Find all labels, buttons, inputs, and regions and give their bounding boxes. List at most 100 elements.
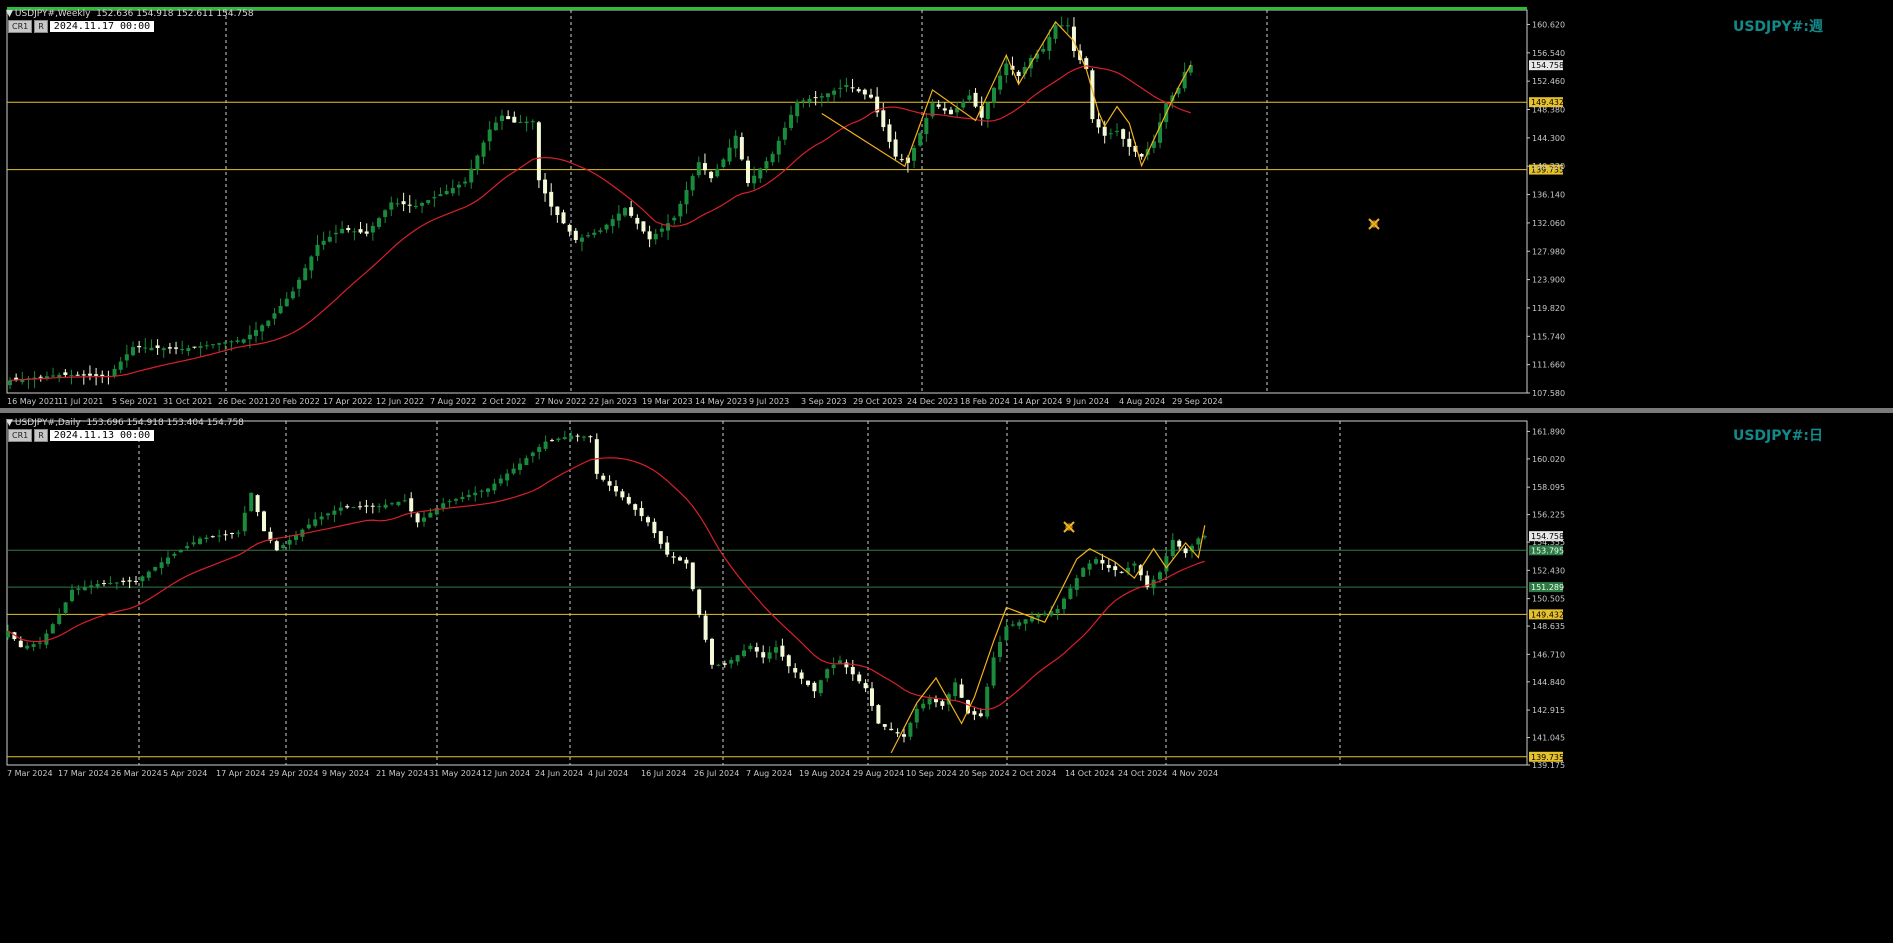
candle-body: [696, 162, 701, 176]
candle-body: [918, 132, 923, 146]
x-tick-label: 19 Aug 2024: [799, 769, 850, 778]
cr1-button[interactable]: CR1: [8, 20, 33, 33]
collapse-triangle-icon[interactable]: ▼: [6, 9, 13, 19]
weekly-chart-pane[interactable]: 149.432 139.735 154.758 160.620 156.540 152.4…: [0, 0, 1893, 410]
candle-body: [241, 339, 246, 343]
candle-body: [505, 473, 510, 481]
r-button[interactable]: R: [34, 20, 48, 33]
candle-body: [1132, 563, 1137, 566]
candle-body: [973, 92, 978, 107]
x-tick-label: 12 Jun 2022: [376, 397, 424, 406]
candle-body: [604, 224, 609, 230]
candle-body: [63, 602, 68, 613]
x-tick-label: 31 Oct 2021: [163, 397, 212, 406]
candle-body: [69, 375, 74, 377]
candle-body: [616, 213, 621, 221]
candle-body: [469, 168, 474, 183]
candle-body: [641, 221, 646, 232]
daily-symbol-label: USDJPY#:日: [1732, 428, 1823, 444]
candle-body: [1087, 563, 1092, 570]
candle-body: [659, 228, 664, 232]
daily-chart-canvas[interactable]: 153.795151.289149.432139.735154.758161.8…: [0, 413, 1893, 943]
y-tick-label: 140.220: [1532, 162, 1565, 171]
plot-frame: [6, 420, 1528, 766]
candle-body: [100, 374, 105, 377]
daily-chart-pane[interactable]: 153.795 151.289 149.432 139.735 154.758 161.8…: [0, 413, 1893, 943]
x-tick-label: 19 Mar 2023: [642, 397, 693, 406]
candle-body: [543, 179, 548, 194]
candle-body: [813, 97, 818, 99]
candle-body: [281, 545, 286, 549]
candle-body: [550, 440, 554, 442]
candle-body: [748, 645, 753, 650]
candle-body: [204, 345, 209, 347]
candle-body: [582, 436, 586, 438]
candle-body: [441, 503, 446, 508]
candle-body: [614, 486, 618, 492]
candle-body: [422, 517, 426, 522]
candle-body: [131, 347, 135, 356]
x-tick-label: 17 Apr 2022: [323, 397, 372, 406]
candle-body: [340, 228, 345, 234]
level-price-label: 149.432: [1531, 610, 1564, 619]
candle-body: [364, 231, 369, 234]
x-tick-label: 4 Jul 2024: [588, 769, 628, 778]
candle-body: [819, 96, 824, 98]
y-tick-label: 123.900: [1532, 276, 1565, 285]
candle-body: [247, 334, 252, 340]
weekly-date-field[interactable]: 2024.11.17 00:00: [49, 21, 155, 32]
r-button[interactable]: R: [34, 429, 48, 442]
candle-body: [739, 137, 744, 160]
candle-body: [850, 87, 855, 89]
x-tick-label: 5 Apr 2024: [163, 769, 207, 778]
candle-body: [658, 531, 663, 544]
candle-body: [364, 505, 369, 507]
candle-body: [543, 441, 548, 449]
candle-body: [500, 115, 504, 122]
candle-body: [722, 663, 727, 665]
candle-body: [186, 348, 191, 351]
candle-body: [776, 140, 781, 155]
candle-body: [754, 647, 759, 652]
candle-body: [319, 516, 324, 520]
candle-body: [573, 230, 578, 240]
candle-body: [549, 191, 554, 207]
x-tick-label: 20 Sep 2024: [959, 769, 1010, 778]
candle-body: [812, 682, 817, 692]
cr1-button[interactable]: CR1: [8, 429, 33, 442]
candle-body: [1113, 566, 1118, 571]
candle-body: [137, 345, 142, 348]
candle-body: [647, 231, 652, 240]
x-tick-label: 9 Jun 2024: [1066, 397, 1109, 406]
candle-body: [351, 507, 356, 509]
candle-body: [475, 155, 480, 170]
candle-body: [108, 583, 113, 585]
candle-body: [345, 506, 350, 508]
candle-body: [1023, 619, 1028, 624]
weekly-chart-header: ▼ USDJPY#,Weekly 152.636 154.918 152.611 …: [6, 9, 254, 19]
candle-body: [646, 517, 650, 523]
candle-body: [635, 217, 640, 224]
candle-body: [1053, 25, 1058, 39]
x-tick-label: 11 Jul 2021: [58, 397, 103, 406]
x-tick-label: 24 Dec 2023: [907, 397, 958, 406]
weekly-chart-canvas[interactable]: 149.432139.735154.758160.620156.540152.4…: [0, 0, 1893, 410]
candle-body: [992, 87, 996, 103]
candle-body: [838, 87, 843, 89]
candle-body: [818, 680, 823, 694]
candle-body: [727, 147, 732, 162]
candle-body: [438, 194, 443, 197]
candle-body: [1074, 578, 1079, 590]
candle-body: [895, 732, 900, 734]
daily-date-field[interactable]: 2024.11.13 00:00: [49, 430, 155, 441]
candle-body: [370, 225, 375, 233]
candle-body: [420, 202, 425, 206]
candle-body: [178, 549, 183, 553]
y-tick-label: 136.140: [1532, 191, 1565, 200]
collapse-triangle-icon[interactable]: ▼: [6, 418, 13, 428]
plot-frame: [6, 9, 1528, 394]
candle-body: [1100, 559, 1105, 564]
candle-body: [710, 638, 714, 665]
y-tick-label: 156.540: [1532, 49, 1565, 58]
candle-body: [832, 90, 837, 95]
